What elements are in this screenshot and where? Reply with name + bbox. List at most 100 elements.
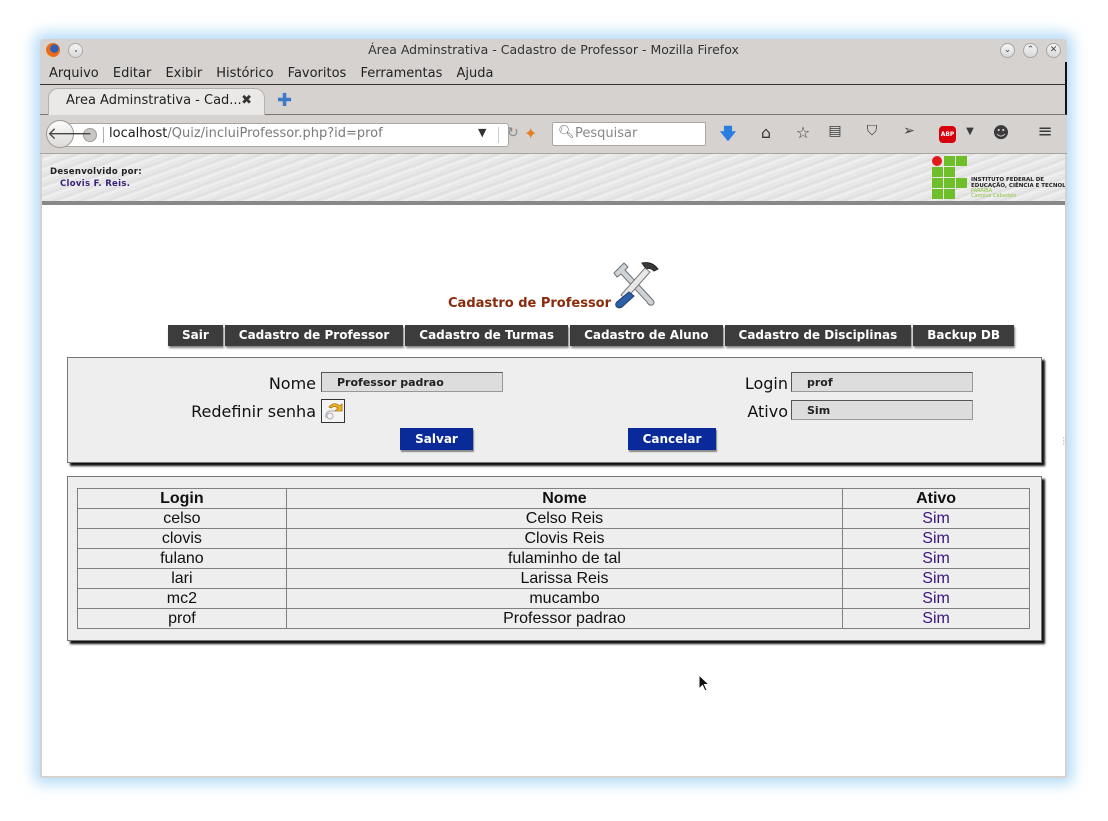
new-tab-icon[interactable]: ✚ bbox=[277, 90, 292, 111]
hamburger-menu-icon[interactable]: ≡ bbox=[1034, 121, 1056, 142]
logo-square bbox=[944, 178, 955, 188]
cell-ativo-link[interactable]: Sim bbox=[842, 508, 1030, 529]
cell-ativo-link[interactable]: Sim bbox=[842, 528, 1030, 549]
ifpb-logo: INSTITUTO FEDERAL DE EDUCAÇÃO, CIÊNCIA E … bbox=[931, 155, 1065, 199]
cell-ativo-link[interactable]: Sim bbox=[842, 568, 1030, 589]
tab-title: Area Adminstrativa - Cad... bbox=[66, 93, 242, 108]
menu-ferramentas[interactable]: Ferramentas bbox=[360, 66, 442, 81]
mouse-cursor-icon bbox=[698, 674, 710, 692]
menu-historico[interactable]: Histórico bbox=[216, 66, 273, 81]
search-icon: 🔍︎ bbox=[558, 125, 575, 140]
logo-line-4: Campus Cabedelo bbox=[971, 193, 1017, 199]
cell-nome: Clovis Reis bbox=[285, 528, 844, 549]
maximize-button[interactable]: ⌃ bbox=[1023, 43, 1038, 58]
table-row[interactable]: celso Celso Reis Sim bbox=[77, 508, 1030, 529]
table-row[interactable]: clovis Clovis Reis Sim bbox=[77, 528, 1030, 549]
menu-ajuda[interactable]: Ajuda bbox=[456, 66, 493, 81]
redefinir-senha-label: Redefinir senha bbox=[191, 402, 316, 421]
nav-sair[interactable]: Sair bbox=[168, 325, 223, 346]
page-content: Desenvolvido por: Clovis F. Reis. INSTIT… bbox=[42, 154, 1065, 776]
back-button[interactable]: 🡐 bbox=[46, 120, 93, 148]
cell-login: mc2 bbox=[77, 588, 287, 609]
professors-table: Login Nome Ativo celso Celso Reis Sim cl… bbox=[77, 488, 1030, 629]
nav-cadastro-professor[interactable]: Cadastro de Professor bbox=[224, 325, 404, 346]
url-separator bbox=[103, 127, 104, 143]
nav-backup-db[interactable]: Backup DB bbox=[913, 325, 1015, 346]
adblock-plus-icon[interactable]: ABP bbox=[939, 126, 956, 143]
reset-password-button[interactable] bbox=[321, 399, 345, 423]
url-path: /Quiz/incluiProfessor.php?id=prof bbox=[167, 126, 383, 141]
page-title: Cadastro de Professor bbox=[448, 296, 612, 311]
header-nome: Nome bbox=[285, 488, 844, 509]
cell-login: prof bbox=[77, 608, 287, 629]
nav-cadastro-turmas[interactable]: Cadastro de Turmas bbox=[405, 325, 569, 346]
cell-nome: Professor padrao bbox=[285, 608, 844, 629]
menu-arquivo[interactable]: Arquivo bbox=[49, 66, 99, 81]
developer-label: Desenvolvido por: bbox=[50, 167, 142, 177]
url-text[interactable]: localhost/Quiz/incluiProfessor.php?id=pr… bbox=[109, 126, 383, 141]
table-row[interactable]: mc2 mucambo Sim bbox=[77, 588, 1030, 609]
logo-square bbox=[932, 178, 943, 188]
bookmarks-menu-icon[interactable]: ▤ bbox=[824, 123, 846, 139]
title-bar: Área Adminstrativa - Cadastro de Profess… bbox=[40, 39, 1067, 61]
logo-square bbox=[932, 167, 943, 177]
nav-cadastro-aluno[interactable]: Cadastro de Aluno bbox=[570, 325, 723, 346]
developer-name: Clovis F. Reis. bbox=[60, 179, 131, 189]
bookmark-star-icon[interactable]: ☆ bbox=[792, 123, 814, 142]
login-field[interactable]: prof bbox=[791, 372, 973, 392]
window-title: Área Adminstrativa - Cadastro de Profess… bbox=[368, 42, 739, 57]
nome-field[interactable]: Professor padrao bbox=[321, 372, 503, 392]
downloads-icon[interactable]: 🡇 bbox=[717, 123, 739, 150]
cell-nome: Celso Reis bbox=[285, 508, 844, 529]
search-placeholder: Pesquisar bbox=[575, 126, 638, 141]
cell-ativo-link[interactable]: Sim bbox=[842, 548, 1030, 569]
cell-login: clovis bbox=[77, 528, 287, 549]
table-row[interactable]: fulano fulaminho de tal Sim bbox=[77, 548, 1030, 569]
browser-tab[interactable]: Area Adminstrativa - Cad... ✖ bbox=[48, 88, 265, 115]
navigation-toolbar: 🡐 localhost/Quiz/incluiProfessor.php?id=… bbox=[40, 115, 1067, 154]
table-row[interactable]: prof Professor padrao Sim bbox=[77, 608, 1030, 629]
cell-login: fulano bbox=[77, 548, 287, 569]
menu-exibir[interactable]: Exibir bbox=[165, 66, 202, 81]
url-host: localhost bbox=[109, 126, 168, 141]
cell-login: lari bbox=[77, 568, 287, 589]
minimize-button[interactable]: ⌄ bbox=[1000, 43, 1015, 58]
nav-cadastro-disciplinas[interactable]: Cadastro de Disciplinas bbox=[724, 325, 912, 346]
table-row[interactable]: lari Larissa Reis Sim bbox=[77, 568, 1030, 589]
browser-window: Área Adminstrativa - Cadastro de Profess… bbox=[40, 39, 1067, 778]
cancel-button[interactable]: Cancelar bbox=[628, 428, 716, 450]
cell-nome: Larissa Reis bbox=[285, 568, 844, 589]
nome-label: Nome bbox=[268, 374, 316, 393]
logo-red-dot bbox=[932, 156, 942, 166]
menu-editar[interactable]: Editar bbox=[113, 66, 152, 81]
logo-square bbox=[944, 156, 955, 166]
close-window-button[interactable]: ✕ bbox=[1046, 43, 1061, 58]
cell-ativo-link[interactable]: Sim bbox=[842, 588, 1030, 609]
extension-icon[interactable]: ✦ bbox=[524, 124, 537, 143]
header-login: Login bbox=[77, 488, 287, 509]
menu-favoritos[interactable]: Favoritos bbox=[288, 66, 347, 81]
resize-grip-icon[interactable]: · · · bbox=[1062, 435, 1065, 449]
tools-icon bbox=[613, 262, 659, 309]
logo-square bbox=[932, 189, 943, 199]
adblock-dropdown-icon[interactable]: ▼ bbox=[959, 126, 981, 137]
send-icon[interactable]: ➢ bbox=[898, 123, 920, 139]
cell-nome: mucambo bbox=[285, 588, 844, 609]
chat-icon[interactable]: ☻ bbox=[990, 123, 1012, 142]
home-icon[interactable]: ⌂ bbox=[755, 123, 777, 142]
url-dropdown-icon[interactable]: ▼ bbox=[478, 126, 486, 139]
pocket-icon[interactable]: ⛉ bbox=[861, 123, 883, 139]
back-arrow-icon: 🡐 bbox=[47, 124, 93, 144]
professor-form: Nome Professor padrao Redefinir senha Lo… bbox=[67, 357, 1042, 463]
ativo-field[interactable]: Sim bbox=[791, 400, 973, 420]
main-nav: Sair Cadastro de Professor Cadastro de T… bbox=[168, 325, 1015, 346]
reload-icon[interactable]: ↻ bbox=[507, 125, 519, 141]
url-bar[interactable]: localhost/Quiz/incluiProfessor.php?id=pr… bbox=[62, 123, 519, 147]
cell-nome: fulaminho de tal bbox=[285, 548, 844, 569]
cell-ativo-link[interactable]: Sim bbox=[842, 608, 1030, 629]
logo-subtext: PARAÍBA Campus Cabedelo bbox=[971, 189, 1016, 199]
save-button[interactable]: Salvar bbox=[400, 428, 473, 450]
tab-close-icon[interactable]: ✖ bbox=[241, 93, 252, 108]
search-input[interactable]: 🔍︎ Pesquisar bbox=[552, 122, 706, 146]
url-separator-2 bbox=[498, 127, 499, 143]
